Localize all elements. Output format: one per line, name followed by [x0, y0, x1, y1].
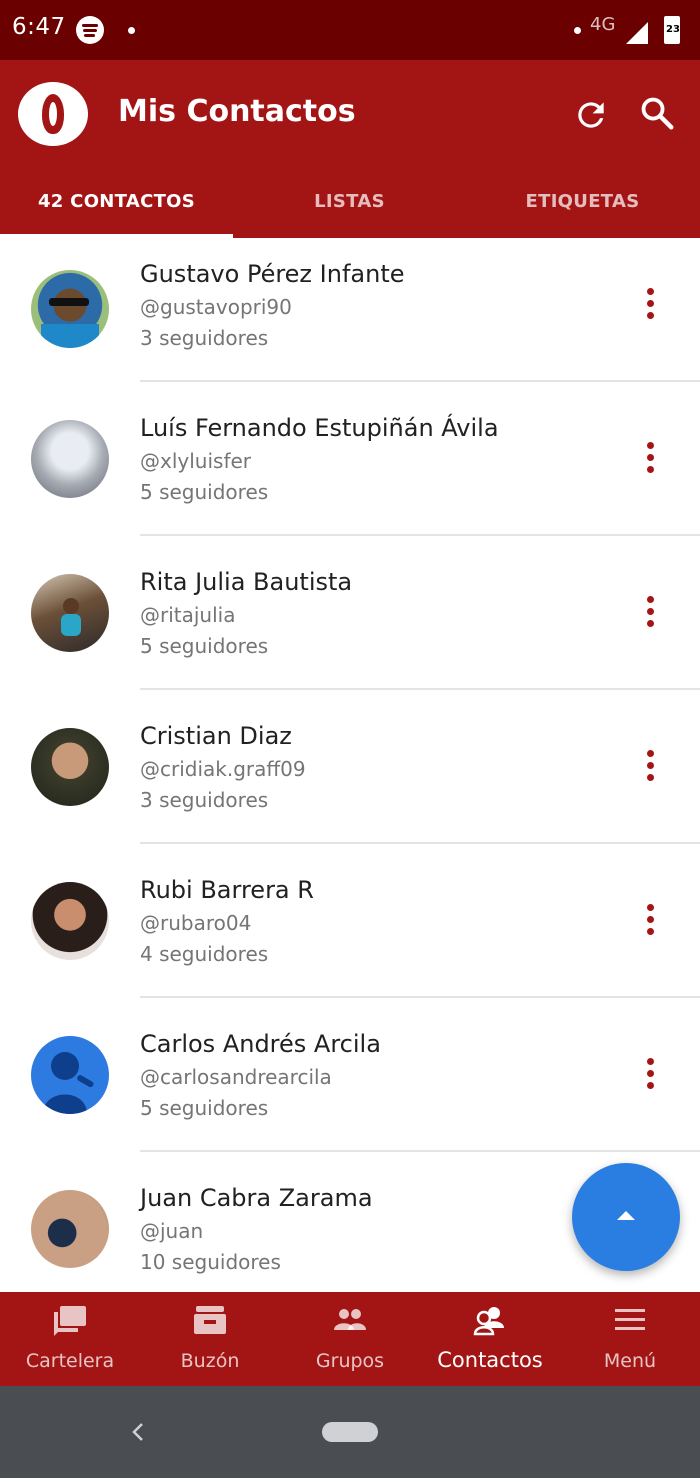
- avatar: [31, 728, 109, 806]
- nav-label: Cartelera: [25, 1350, 115, 1372]
- message-board-icon: [54, 1306, 86, 1336]
- avatar: [31, 420, 109, 498]
- status-bar: 6:47 4G 23: [0, 0, 700, 60]
- notification-dot-icon: [128, 27, 135, 34]
- contact-followers: 5 seguidores: [140, 1096, 269, 1120]
- contact-row[interactable]: Gustavo Pérez Infante @gustavopri90 3 se…: [0, 238, 700, 392]
- network-type: 4G: [590, 14, 616, 35]
- divider: [140, 534, 700, 536]
- nav-label: Menú: [603, 1350, 657, 1372]
- contact-handle: @xlyluisfer: [140, 449, 252, 473]
- notification-dot-icon: [574, 27, 581, 34]
- contacts-icon: [473, 1307, 504, 1336]
- contact-name: Juan Cabra Zarama: [140, 1184, 373, 1212]
- contact-followers: 5 seguidores: [140, 480, 269, 504]
- nav-item-contactos[interactable]: Contactos: [420, 1292, 560, 1386]
- signal-icon: [626, 22, 648, 44]
- tab-label: 42 CONTACTOS: [37, 191, 196, 212]
- contact-followers: 5 seguidores: [140, 634, 269, 658]
- nav-item-buzon[interactable]: Buzón: [140, 1292, 280, 1386]
- menu-icon: [615, 1309, 645, 1330]
- contact-followers: 4 seguidores: [140, 942, 269, 966]
- scroll-to-top-button[interactable]: [572, 1163, 680, 1271]
- contact-row[interactable]: Cristian Diaz @cridiak.graff09 3 seguido…: [0, 700, 700, 854]
- contact-handle: @rubaro04: [140, 911, 252, 935]
- more-options-icon[interactable]: [638, 750, 664, 790]
- more-options-icon[interactable]: [638, 596, 664, 636]
- tab-contactos[interactable]: 42 CONTACTOS: [0, 176, 233, 238]
- search-icon[interactable]: [638, 94, 676, 132]
- groups-icon: [334, 1309, 366, 1330]
- nav-item-cartelera[interactable]: Cartelera: [0, 1292, 140, 1386]
- contact-name: Rita Julia Bautista: [140, 568, 353, 596]
- nav-item-menu[interactable]: Menú: [560, 1292, 700, 1386]
- contact-list[interactable]: Gustavo Pérez Infante @gustavopri90 3 se…: [0, 238, 700, 1292]
- contact-name: Luís Fernando Estupiñán Ávila: [140, 414, 499, 442]
- tab-listas[interactable]: LISTAS: [233, 176, 466, 238]
- tab-label: ETIQUETAS: [525, 191, 640, 212]
- contact-row[interactable]: Rubi Barrera R @rubaro04 4 seguidores: [0, 854, 700, 1008]
- app-bar: Mis Contactos 42 CONTACTOS LISTAS ETIQUE…: [0, 60, 700, 238]
- more-options-icon[interactable]: [638, 442, 664, 482]
- nav-label: Buzón: [180, 1350, 240, 1372]
- divider: [140, 380, 700, 382]
- system-navigation-bar: [0, 1386, 700, 1478]
- avatar: [31, 270, 109, 348]
- app-logo: [18, 82, 88, 146]
- nav-label: Grupos: [315, 1350, 385, 1372]
- contact-row[interactable]: Luís Fernando Estupiñán Ávila @xlyluisfe…: [0, 392, 700, 546]
- nav-item-grupos[interactable]: Grupos: [280, 1292, 420, 1386]
- divider: [140, 996, 700, 998]
- tab-bar: 42 CONTACTOS LISTAS ETIQUETAS: [0, 176, 700, 238]
- nav-label: Contactos: [437, 1348, 543, 1372]
- status-time: 6:47: [12, 14, 66, 40]
- contact-name: Rubi Barrera R: [140, 876, 314, 904]
- contact-handle: @ritajulia: [140, 603, 236, 627]
- avatar: [31, 1190, 109, 1268]
- avatar: [31, 574, 109, 652]
- contact-row[interactable]: Rita Julia Bautista @ritajulia 5 seguido…: [0, 546, 700, 700]
- contact-name: Cristian Diaz: [140, 722, 292, 750]
- contact-handle: @cridiak.graff09: [140, 757, 306, 781]
- refresh-icon[interactable]: [572, 96, 610, 134]
- divider: [140, 688, 700, 690]
- contact-handle: @juan: [140, 1219, 204, 1243]
- contact-name: Gustavo Pérez Infante: [140, 260, 405, 288]
- page-title: Mis Contactos: [118, 94, 356, 129]
- divider: [140, 842, 700, 844]
- avatar: [31, 1036, 109, 1114]
- tab-label: LISTAS: [314, 191, 385, 212]
- battery-icon: 23: [664, 16, 680, 44]
- back-icon[interactable]: [126, 1416, 150, 1448]
- contact-followers: 3 seguidores: [140, 326, 269, 350]
- more-options-icon[interactable]: [638, 904, 664, 944]
- contact-followers: 10 seguidores: [140, 1250, 281, 1274]
- more-options-icon[interactable]: [638, 288, 664, 328]
- arrow-up-icon: [617, 1211, 635, 1220]
- inbox-icon: [194, 1306, 226, 1334]
- more-options-icon[interactable]: [638, 1058, 664, 1098]
- contact-followers: 3 seguidores: [140, 788, 269, 812]
- divider: [140, 1150, 700, 1152]
- contact-name: Carlos Andrés Arcila: [140, 1030, 381, 1058]
- spotify-icon: [76, 16, 104, 44]
- contact-handle: @carlosandrearcila: [140, 1065, 332, 1089]
- avatar: [31, 882, 109, 960]
- bottom-navigation: Cartelera Buzón Grupos Contactos Menú: [0, 1292, 700, 1386]
- contact-row[interactable]: Carlos Andrés Arcila @carlosandrearcila …: [0, 1008, 700, 1162]
- tab-etiquetas[interactable]: ETIQUETAS: [466, 176, 699, 238]
- home-button[interactable]: [322, 1422, 378, 1442]
- contact-handle: @gustavopri90: [140, 295, 292, 319]
